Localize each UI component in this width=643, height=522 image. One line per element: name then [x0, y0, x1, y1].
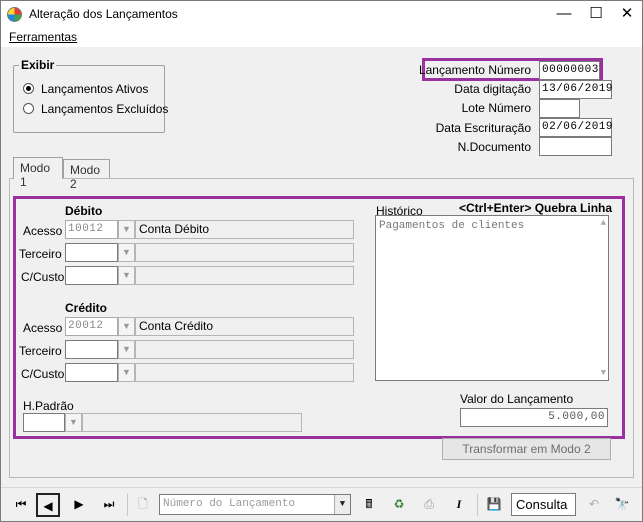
- credito-ccusto-lookup-button[interactable]: ▼: [118, 363, 135, 382]
- scroll-up-icon[interactable]: ▲: [601, 218, 606, 228]
- lancamento-numero-field[interactable]: 00000003: [539, 61, 600, 80]
- radio-excluidos[interactable]: [23, 103, 34, 114]
- debito-terceiro-label: Terceiro: [19, 247, 62, 261]
- menu-ferramentas[interactable]: Ferramentas: [9, 30, 77, 44]
- debito-ccusto-label: C/Custo: [21, 270, 65, 284]
- debito-conta-display: Conta Débito: [135, 220, 354, 239]
- title-bar: Alteração dos Lançamentos — ☐ ✕: [1, 1, 642, 28]
- hpadrao-field[interactable]: [23, 413, 65, 432]
- credito-terceiro-field[interactable]: [65, 340, 118, 359]
- credito-title: Crédito: [65, 301, 107, 315]
- historico-hint: <Ctrl+Enter> Quebra Linha: [459, 201, 613, 215]
- valor-label: Valor do Lançamento: [460, 392, 574, 406]
- print-icon[interactable]: ⎙: [417, 493, 441, 517]
- previous-record-icon[interactable]: ◀: [36, 493, 60, 517]
- debito-title: Débito: [65, 204, 103, 218]
- mode-status: Consulta: [511, 493, 576, 516]
- radio-ativos[interactable]: [23, 83, 34, 94]
- exibir-group: [13, 65, 165, 133]
- n-documento-label: N.Documento: [457, 140, 531, 154]
- credito-acesso-lookup-button[interactable]: ▼: [118, 317, 135, 336]
- hpadrao-display: [82, 413, 302, 432]
- transformar-modo-2-label: Transformar em Modo 2: [462, 442, 591, 456]
- tab-modo-2[interactable]: Modo 2: [63, 159, 110, 191]
- new-document-icon[interactable]: 🗋: [131, 493, 155, 517]
- credito-ccusto-field[interactable]: [65, 363, 118, 382]
- window-title: Alteração dos Lançamentos: [29, 7, 178, 21]
- hpadrao-lookup-button[interactable]: ▼: [65, 413, 82, 432]
- valor-field[interactable]: 5.000,00: [460, 408, 608, 427]
- historico-textarea[interactable]: Pagamentos de clientes ▲ ▼: [375, 215, 609, 381]
- debito-terceiro-field[interactable]: [65, 243, 118, 262]
- lancamento-numero-label: Lançamento Número: [418, 63, 531, 77]
- toolbar-separator-2: [477, 494, 478, 516]
- credito-terceiro-label: Terceiro: [19, 344, 62, 358]
- undo-icon[interactable]: ↶: [582, 493, 606, 517]
- hpadrao-label: H.Padrão: [23, 399, 74, 413]
- data-escrituracao-field[interactable]: 02/06/2019: [539, 118, 613, 137]
- menu-bar: Ferramentas: [1, 28, 642, 47]
- last-record-icon[interactable]: ⏭: [97, 493, 121, 517]
- toolbar-separator: [127, 494, 128, 516]
- credito-acesso-label: Acesso: [23, 321, 63, 335]
- credito-terceiro-display: [135, 340, 354, 359]
- credito-ccusto-label: C/Custo: [21, 367, 65, 381]
- next-record-icon[interactable]: ▶: [67, 493, 91, 517]
- radio-excluidos-label[interactable]: Lançamentos Excluídos: [41, 102, 168, 116]
- recycle-icon[interactable]: ♻: [387, 493, 411, 517]
- data-escrituracao-label: Data Escrituração: [435, 121, 531, 135]
- main-window: Alteração dos Lançamentos — ☐ ✕ Ferramen…: [0, 0, 643, 522]
- debito-ccusto-lookup-button[interactable]: ▼: [118, 266, 135, 285]
- debito-ccusto-display: [135, 266, 354, 285]
- credito-ccusto-display: [135, 363, 354, 382]
- data-digitacao-field[interactable]: 13/06/2019: [539, 80, 613, 99]
- bottom-toolbar: ⏮ ◀ ▶ ⏭ 🗋 Número do Lançamento ▼ 🖩 ♻ ⎙ I…: [1, 487, 642, 521]
- debito-acesso-field[interactable]: 10012: [65, 220, 118, 239]
- lancamento-search-placeholder: Número do Lançamento: [163, 498, 296, 510]
- credito-acesso-field[interactable]: 20012: [65, 317, 118, 336]
- data-digitacao-label: Data digitação: [454, 82, 531, 96]
- maximize-button[interactable]: ☐: [581, 1, 611, 28]
- minimize-button[interactable]: —: [549, 1, 579, 28]
- transformar-modo-2-button[interactable]: Transformar em Modo 2: [442, 438, 611, 460]
- chevron-down-icon[interactable]: ▼: [334, 495, 350, 514]
- credito-conta-display: Conta Crédito: [135, 317, 354, 336]
- lote-numero-label: Lote Número: [461, 101, 531, 115]
- debito-ccusto-field[interactable]: [65, 266, 118, 285]
- lote-numero-field[interactable]: [539, 99, 580, 118]
- binoculars-icon[interactable]: 🔭: [610, 493, 634, 517]
- credito-terceiro-lookup-button[interactable]: ▼: [118, 340, 135, 359]
- lancamento-search-combo[interactable]: Número do Lançamento ▼: [159, 494, 351, 515]
- first-record-icon[interactable]: ⏮: [9, 493, 33, 517]
- tab-modo-1[interactable]: Modo 1: [13, 157, 63, 189]
- app-icon: [7, 7, 22, 22]
- save-icon[interactable]: 💾: [482, 493, 506, 517]
- debito-terceiro-lookup-button[interactable]: ▼: [118, 243, 135, 262]
- italic-icon[interactable]: I: [447, 493, 471, 517]
- exibir-title: Exibir: [19, 58, 57, 72]
- debito-acesso-lookup-button[interactable]: ▼: [118, 220, 135, 239]
- close-button[interactable]: ✕: [612, 1, 642, 28]
- scroll-down-icon[interactable]: ▼: [601, 368, 606, 378]
- debito-acesso-label: Acesso: [23, 224, 63, 238]
- calculator-icon[interactable]: 🖩: [357, 493, 381, 517]
- menu-ferramentas-label: Ferramentas: [9, 30, 78, 44]
- radio-ativos-label[interactable]: Lançamentos Ativos: [41, 82, 148, 96]
- debito-terceiro-display: [135, 243, 354, 262]
- historico-text: Pagamentos de clientes: [379, 220, 525, 232]
- n-documento-field[interactable]: [539, 137, 612, 156]
